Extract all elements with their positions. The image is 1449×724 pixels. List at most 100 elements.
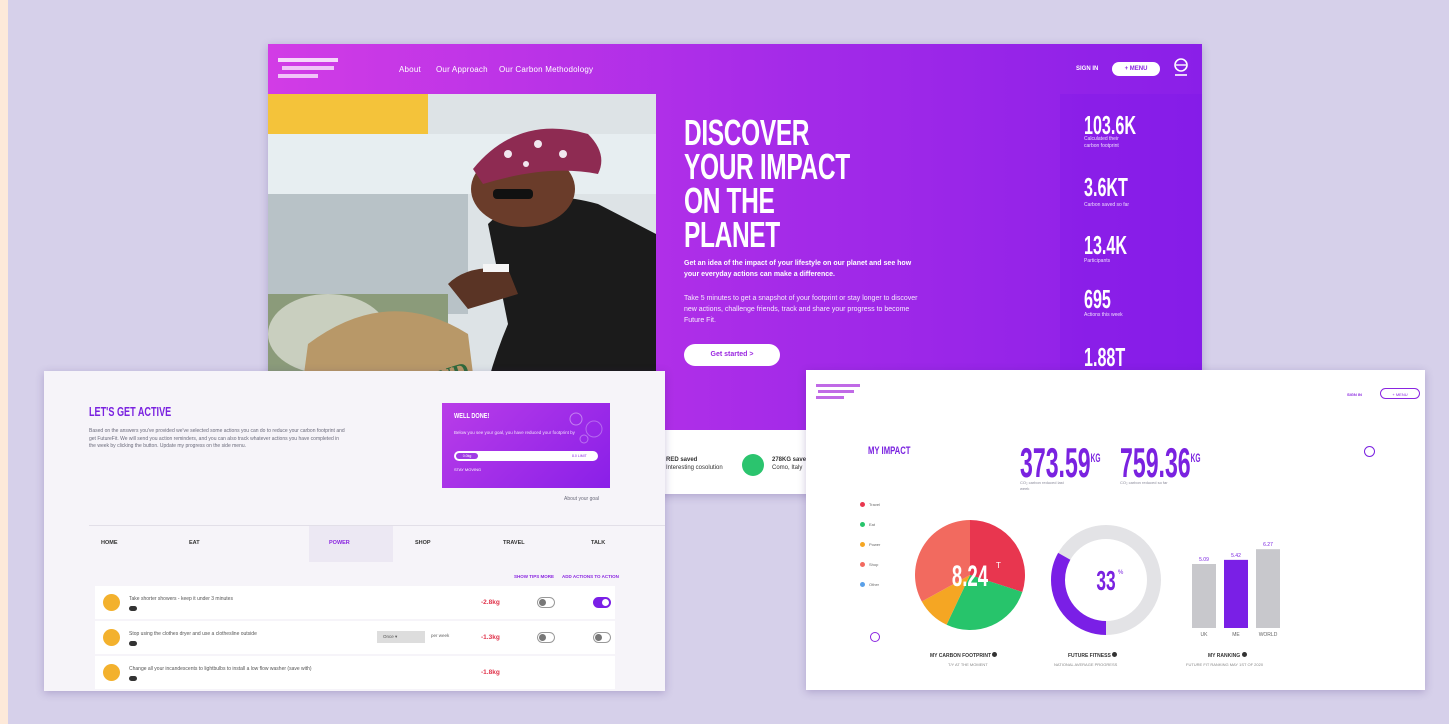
action-icon — [103, 664, 120, 681]
done-toggle[interactable] — [593, 597, 611, 608]
action-text: Change all your incandescents to lightbu… — [129, 666, 312, 672]
pie-center-unit: T — [996, 561, 1001, 570]
actions-description: Based on the answers you've provided we'… — [89, 428, 345, 449]
bar-value-label: 5.09 — [1199, 557, 1209, 563]
action-row[interactable]: Change all your incandescents to lightbu… — [95, 656, 615, 689]
legend-label: Shop — [869, 562, 879, 567]
nav-methodology-link[interactable]: Our Carbon Methodology — [499, 65, 593, 74]
stat-value: 1.88T — [1084, 342, 1126, 372]
bar-category-label: ME — [1232, 632, 1240, 638]
ranking-bar-chart: 5.09 UK 5.42 ME 6.27 WORLD — [1192, 542, 1280, 638]
legend-item[interactable]: Other — [860, 582, 879, 588]
commit-toggle[interactable] — [537, 597, 555, 608]
ring-center-unit: % — [1118, 570, 1124, 576]
future-fitness-ring: 33 % — [1051, 525, 1161, 635]
footprint-pie-chart: 8.24 T — [915, 520, 1025, 630]
pie-center-value: 8.24 — [952, 560, 988, 594]
add-actions-link[interactable]: ADD ACTIONS TO ACTION — [562, 574, 619, 579]
futurefit-logo[interactable] — [278, 58, 344, 82]
hero-headline: DISCOVER YOUR IMPACT ON THE PLANET — [684, 112, 861, 255]
strip-item-title: 278KG saved — [772, 457, 810, 463]
get-started-button[interactable]: Get started > — [684, 344, 780, 366]
bar-category-label: UK — [1201, 632, 1209, 638]
tab-talk[interactable]: TALK — [591, 540, 605, 546]
tab-eat[interactable]: EAT — [189, 540, 200, 546]
legend-label: Eat — [869, 522, 876, 527]
strip-item-title: RED saved — [666, 457, 698, 463]
info-icon[interactable] — [129, 606, 137, 611]
stat-label: Carbon saved so far — [1084, 202, 1130, 208]
account-icon[interactable] — [1173, 58, 1189, 78]
active-tab-indicator — [309, 526, 393, 562]
bar-uk[interactable] — [1192, 564, 1216, 628]
tab-power[interactable]: POWER — [329, 540, 350, 546]
unit: KG — [1190, 451, 1201, 465]
action-row[interactable]: Stop using the clothes dryer and use a c… — [95, 621, 615, 654]
actions-window: LET'S GET ACTIVE Based on the answers yo… — [44, 371, 665, 691]
hero-intro: Get an idea of the impact of your lifest… — [684, 260, 912, 278]
sign-in-link[interactable]: SIGN IN — [1076, 66, 1098, 72]
bar-world[interactable] — [1256, 549, 1280, 628]
commit-toggle[interactable] — [537, 632, 555, 643]
ranking-caption-sub: FUTURE FIT RANKING MAY 1ST OF 2020 — [1186, 662, 1264, 667]
reduced-so-far-value: 759.36 — [1120, 439, 1191, 486]
action-saving: -1.3kg — [481, 634, 500, 641]
strip-item: 278KG saved Como, Italy — [772, 456, 810, 472]
reduced-so-far-label: CO₂ carbon reduced so far — [1120, 480, 1168, 485]
reduced-last-week-label: CO₂ carbon reduced last week — [1020, 480, 1064, 491]
legend-item[interactable]: Power — [860, 542, 880, 548]
action-row[interactable]: Take shorter showers - keep it under 3 m… — [95, 586, 615, 619]
stat-value: 3.6KT — [1084, 172, 1128, 202]
nav-approach-link[interactable]: Our Approach — [436, 65, 488, 74]
tab-travel[interactable]: TRAVEL — [503, 540, 525, 546]
category-tabs: HOME EAT POWER SHOP TRAVEL TALK — [89, 525, 665, 562]
bar-category-label: WORLD — [1259, 632, 1278, 638]
goal-limit: 8.0 LIMIT — [572, 454, 587, 458]
legend-item[interactable]: Eat — [860, 522, 876, 528]
hero-body: Take 5 minutes to get a snapshot of your… — [684, 295, 918, 324]
goal-current: 0.0kg — [456, 453, 478, 459]
reduced-so-far: 759.36KG — [1120, 436, 1201, 485]
strip-item-sub: Como, Italy — [772, 465, 803, 471]
stat-value: 695 — [1084, 284, 1111, 314]
info-icon[interactable] — [992, 652, 998, 657]
headline-line-1: DISCOVER — [684, 112, 810, 153]
menu-button[interactable]: + MENU — [1112, 62, 1160, 76]
action-text: Take shorter showers - keep it under 3 m… — [129, 596, 233, 602]
ring-center-value: 33 — [1096, 565, 1115, 596]
show-tips-link[interactable]: SHOW TIPS MORE — [514, 574, 554, 579]
about-goal-link[interactable]: About your goal — [564, 496, 599, 502]
sign-in-link[interactable]: SIGN IN — [1347, 392, 1362, 397]
footprint-caption: MY CARBON FOOTPRINT — [930, 652, 998, 659]
add-icon[interactable] — [870, 632, 880, 642]
impact-title: MY IMPACT — [868, 445, 911, 457]
info-icon[interactable] — [1112, 652, 1118, 657]
info-icon[interactable] — [129, 641, 137, 646]
info-icon[interactable] — [129, 676, 137, 681]
menu-button[interactable]: + MENU — [1380, 388, 1420, 399]
strip-item-sub: Interesting cosolution — [666, 465, 723, 471]
legend-item[interactable]: Shop — [860, 562, 879, 568]
stat-label: Actions this week — [1084, 312, 1123, 318]
info-icon[interactable] — [1241, 652, 1247, 657]
unit: KG — [1090, 451, 1101, 465]
frequency-select[interactable]: Once ▾ — [377, 631, 425, 643]
fitness-caption-sub: NATIONAL AVERAGE PROGRESS — [1054, 662, 1118, 667]
strip-item: RED saved Interesting cosolution — [666, 456, 723, 472]
bar-me[interactable] — [1224, 559, 1248, 628]
done-toggle[interactable] — [593, 632, 611, 643]
action-saving: -2.8kg — [481, 599, 500, 606]
fitness-caption: FUTURE FITNESS — [1068, 652, 1118, 659]
caption-title: FUTURE FITNESS — [1068, 653, 1111, 659]
legend-item[interactable]: Travel — [860, 502, 880, 508]
tab-home[interactable]: HOME — [101, 540, 118, 546]
futurefit-logo[interactable] — [816, 384, 862, 400]
stat-value: 13.4K — [1084, 230, 1128, 260]
nav-about-link[interactable]: About — [399, 65, 421, 74]
action-text: Stop using the clothes dryer and use a c… — [129, 631, 257, 637]
close-icon[interactable] — [1364, 446, 1375, 457]
tab-shop[interactable]: SHOP — [415, 540, 431, 546]
headline-line-3: ON THE PLANET — [684, 180, 780, 255]
impact-window: SIGN IN + MENU MY IMPACT 373.59KG CO₂ ca… — [806, 370, 1425, 690]
legend-label: Travel — [869, 502, 880, 507]
